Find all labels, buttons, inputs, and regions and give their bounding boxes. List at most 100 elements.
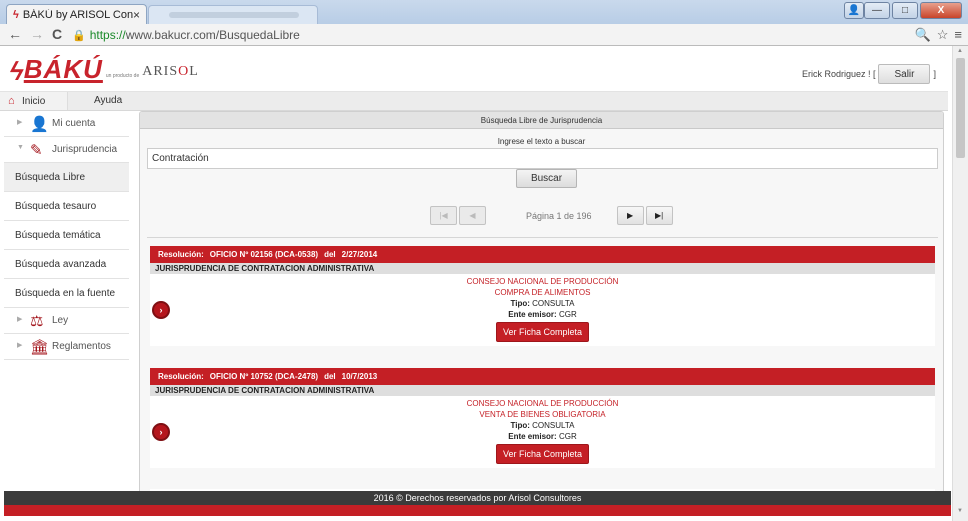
footer: 2016 © Derechos reservados por Arisol Co… bbox=[4, 491, 951, 505]
sidebar-item-busqueda-libre[interactable]: Búsqueda Libre bbox=[4, 163, 129, 192]
first-page-icon[interactable]: |◀ bbox=[430, 206, 457, 225]
result-card: Resolución: OFICIO Nº 02156 (DCA-0538) del… bbox=[150, 246, 935, 346]
pagination: |◀ ◀ Página 1 de 196 ▶ ▶| bbox=[430, 206, 675, 225]
result-title: CONSEJO NACIONAL DE PRODUCCIÓN bbox=[466, 399, 619, 408]
browser-toolbar-right: 🔍 ☆ ≡ bbox=[915, 27, 962, 43]
view-full-record-button[interactable]: Ver Ficha Completa bbox=[496, 322, 589, 342]
next-page-icon[interactable]: ▶ bbox=[616, 206, 644, 225]
baku-logo[interactable]: ϟ BÁKÚ un producto de ARISOL bbox=[7, 54, 199, 86]
sidebar-item-busqueda-fuente[interactable]: Búsqueda en la fuente bbox=[4, 279, 129, 308]
sidebar-item-label: Mi cuenta bbox=[52, 118, 96, 129]
site-header: ϟ BÁKÚ un producto de ARISOL Erick Rodri… bbox=[0, 46, 948, 92]
sidebar-item-reglamentos[interactable]: ▶ 🏛 Reglamentos bbox=[4, 334, 129, 360]
result-subject: COMPRA DE ALIMENTOS bbox=[494, 288, 591, 297]
window-controls: — □ X bbox=[864, 2, 962, 19]
reload-icon[interactable]: C bbox=[52, 26, 62, 42]
bolt-favicon-icon: ϟ bbox=[13, 8, 19, 21]
sidebar-item-label: Jurisprudencia bbox=[52, 144, 118, 155]
page-indicator: Página 1 de 196 bbox=[526, 210, 592, 221]
url-path: www.bakucr.com/BusquedaLibre bbox=[125, 28, 300, 42]
arisol-logo: ARISOL bbox=[142, 64, 199, 79]
sidebar-item-busqueda-avanzada[interactable]: Búsqueda avanzada bbox=[4, 250, 129, 279]
url-field[interactable]: 🔒 https:// www.bakucr.com/BusquedaLibre bbox=[72, 26, 910, 44]
result-tipo: Tipo: CONSULTA bbox=[510, 421, 575, 430]
scroll-down-icon[interactable]: ▼ bbox=[957, 508, 963, 514]
search-label: Ingrese el texto a buscar bbox=[497, 137, 586, 146]
logout-button[interactable]: Salir bbox=[878, 64, 931, 84]
prev-page-icon[interactable]: ◀ bbox=[459, 206, 486, 225]
result-card: Resolución: OFICIO Nº 10752 (DCA-2478) del… bbox=[150, 368, 935, 468]
search-panel: Búsqueda Libre de Jurisprudencia Ingrese… bbox=[139, 111, 944, 495]
law-icon: ⚖ bbox=[30, 313, 44, 330]
address-bar: ← → C 🔒 https:// www.bakucr.com/Busqueda… bbox=[0, 24, 968, 46]
resolution-date: 2/27/2014 bbox=[341, 250, 378, 259]
browser-tab-active[interactable]: ϟ BÁKÚ by ARISOL Consulto × bbox=[6, 4, 147, 24]
star-icon[interactable]: ☆ bbox=[937, 27, 949, 43]
resolution-number: OFICIO Nº 02156 (DCA-0538) bbox=[209, 250, 319, 259]
url-protocol: https:// bbox=[89, 28, 126, 42]
window-close-icon[interactable]: X bbox=[920, 2, 962, 19]
gavel-book-icon: ✎ bbox=[30, 142, 43, 159]
result-tipo: Tipo: CONSULTA bbox=[510, 299, 575, 308]
top-nav: ⌂ Inicio Ayuda bbox=[0, 92, 948, 111]
sidebar-item-label: Ley bbox=[52, 315, 69, 326]
browser-titlebar: ϟ BÁKÚ by ARISOL Consulto × 👤 — □ X bbox=[0, 0, 968, 24]
resolution-number: OFICIO Nº 10752 (DCA-2478) bbox=[209, 372, 319, 381]
minimize-icon[interactable]: — bbox=[864, 2, 890, 19]
view-full-record-button[interactable]: Ver Ficha Completa bbox=[496, 444, 589, 464]
result-subject: VENTA DE BIENES OBLIGATORIA bbox=[479, 410, 606, 419]
result-header: Resolución: OFICIO Nº 02156 (DCA-0538) del… bbox=[150, 246, 935, 263]
sidebar-item-ley[interactable]: ▶ ⚖ Ley bbox=[4, 308, 129, 334]
search-button[interactable]: Buscar bbox=[516, 169, 577, 188]
scroll-thumb[interactable] bbox=[956, 58, 965, 158]
home-icon: ⌂ bbox=[8, 95, 15, 107]
sidebar-item-jurisprudencia[interactable]: ▼ ✎ Jurisprudencia bbox=[4, 137, 129, 163]
sidebar-item-busqueda-tematica[interactable]: Búsqueda temática bbox=[4, 221, 129, 250]
caret-right-icon: ▶ bbox=[17, 119, 23, 126]
sidebar-item-busqueda-tesauro[interactable]: Búsqueda tesauro bbox=[4, 192, 129, 221]
result-title: CONSEJO NACIONAL DE PRODUCCIÓN bbox=[466, 277, 619, 286]
forward-arrow-icon[interactable]: → bbox=[30, 26, 44, 42]
back-arrow-icon[interactable]: ← bbox=[8, 26, 22, 42]
resolution-date: 10/7/2013 bbox=[341, 372, 378, 381]
building-icon: 🏛 bbox=[30, 339, 50, 356]
result-ente: Ente emisor: CGR bbox=[508, 432, 577, 441]
nav-inicio-label: Inicio bbox=[22, 95, 46, 107]
expand-arrow-icon[interactable]: › bbox=[152, 301, 170, 319]
result-category: JURISPRUDENCIA DE CONTRATACION ADMINISTR… bbox=[150, 385, 935, 396]
caret-down-icon: ▼ bbox=[17, 144, 24, 151]
logo-subtitle: un producto de bbox=[105, 73, 140, 79]
sidebar-item-mi-cuenta[interactable]: ▶ 👤 Mi cuenta bbox=[4, 111, 129, 137]
user-name: Erick Rodriguez ! [ bbox=[801, 69, 876, 79]
caret-right-icon: ▶ bbox=[17, 316, 23, 323]
caret-right-icon: ▶ bbox=[17, 342, 23, 349]
panel-title: Búsqueda Libre de Jurisprudencia bbox=[140, 112, 943, 129]
sidebar: ▶ 👤 Mi cuenta ▼ ✎ Jurisprudencia Búsqued… bbox=[4, 111, 129, 491]
maximize-icon[interactable]: □ bbox=[892, 2, 918, 19]
tab-blurred-label bbox=[169, 12, 299, 18]
tab-close-icon[interactable]: × bbox=[133, 8, 140, 22]
result-body: CONSEJO NACIONAL DE PRODUCCIÓN COMPRA DE… bbox=[150, 277, 935, 342]
bracket-close: ] bbox=[933, 69, 936, 79]
result-body: CONSEJO NACIONAL DE PRODUCCIÓN VENTA DE … bbox=[150, 399, 935, 464]
result-ente: Ente emisor: CGR bbox=[508, 310, 577, 319]
lock-icon: 🔒 bbox=[72, 29, 86, 42]
user-area: Erick Rodriguez ! [ Salir ] bbox=[802, 64, 936, 84]
page-scrollbar[interactable]: ▲ ▼ bbox=[952, 46, 968, 521]
tab-title: BÁKÚ by ARISOL Consulto bbox=[22, 8, 133, 21]
logo-text: BÁKÚ bbox=[23, 54, 103, 84]
search-input[interactable]: Contratación bbox=[147, 148, 938, 169]
browser-user-icon[interactable]: 👤 bbox=[844, 2, 864, 19]
sidebar-item-label: Reglamentos bbox=[52, 341, 111, 352]
footer-overlap-bar bbox=[4, 505, 951, 516]
last-page-icon[interactable]: ▶| bbox=[645, 206, 673, 225]
zoom-icon[interactable]: 🔍 bbox=[915, 27, 931, 43]
scroll-up-icon[interactable]: ▲ bbox=[957, 48, 963, 54]
nav-inicio[interactable]: ⌂ Inicio bbox=[0, 92, 68, 110]
nav-ayuda[interactable]: Ayuda bbox=[94, 95, 122, 106]
expand-arrow-icon[interactable]: › bbox=[152, 423, 170, 441]
result-category: JURISPRUDENCIA DE CONTRATACION ADMINISTR… bbox=[150, 263, 935, 274]
result-header: Resolución: OFICIO Nº 10752 (DCA-2478) del… bbox=[150, 368, 935, 385]
browser-tab-inactive[interactable] bbox=[148, 5, 318, 24]
menu-icon[interactable]: ≡ bbox=[954, 27, 962, 43]
